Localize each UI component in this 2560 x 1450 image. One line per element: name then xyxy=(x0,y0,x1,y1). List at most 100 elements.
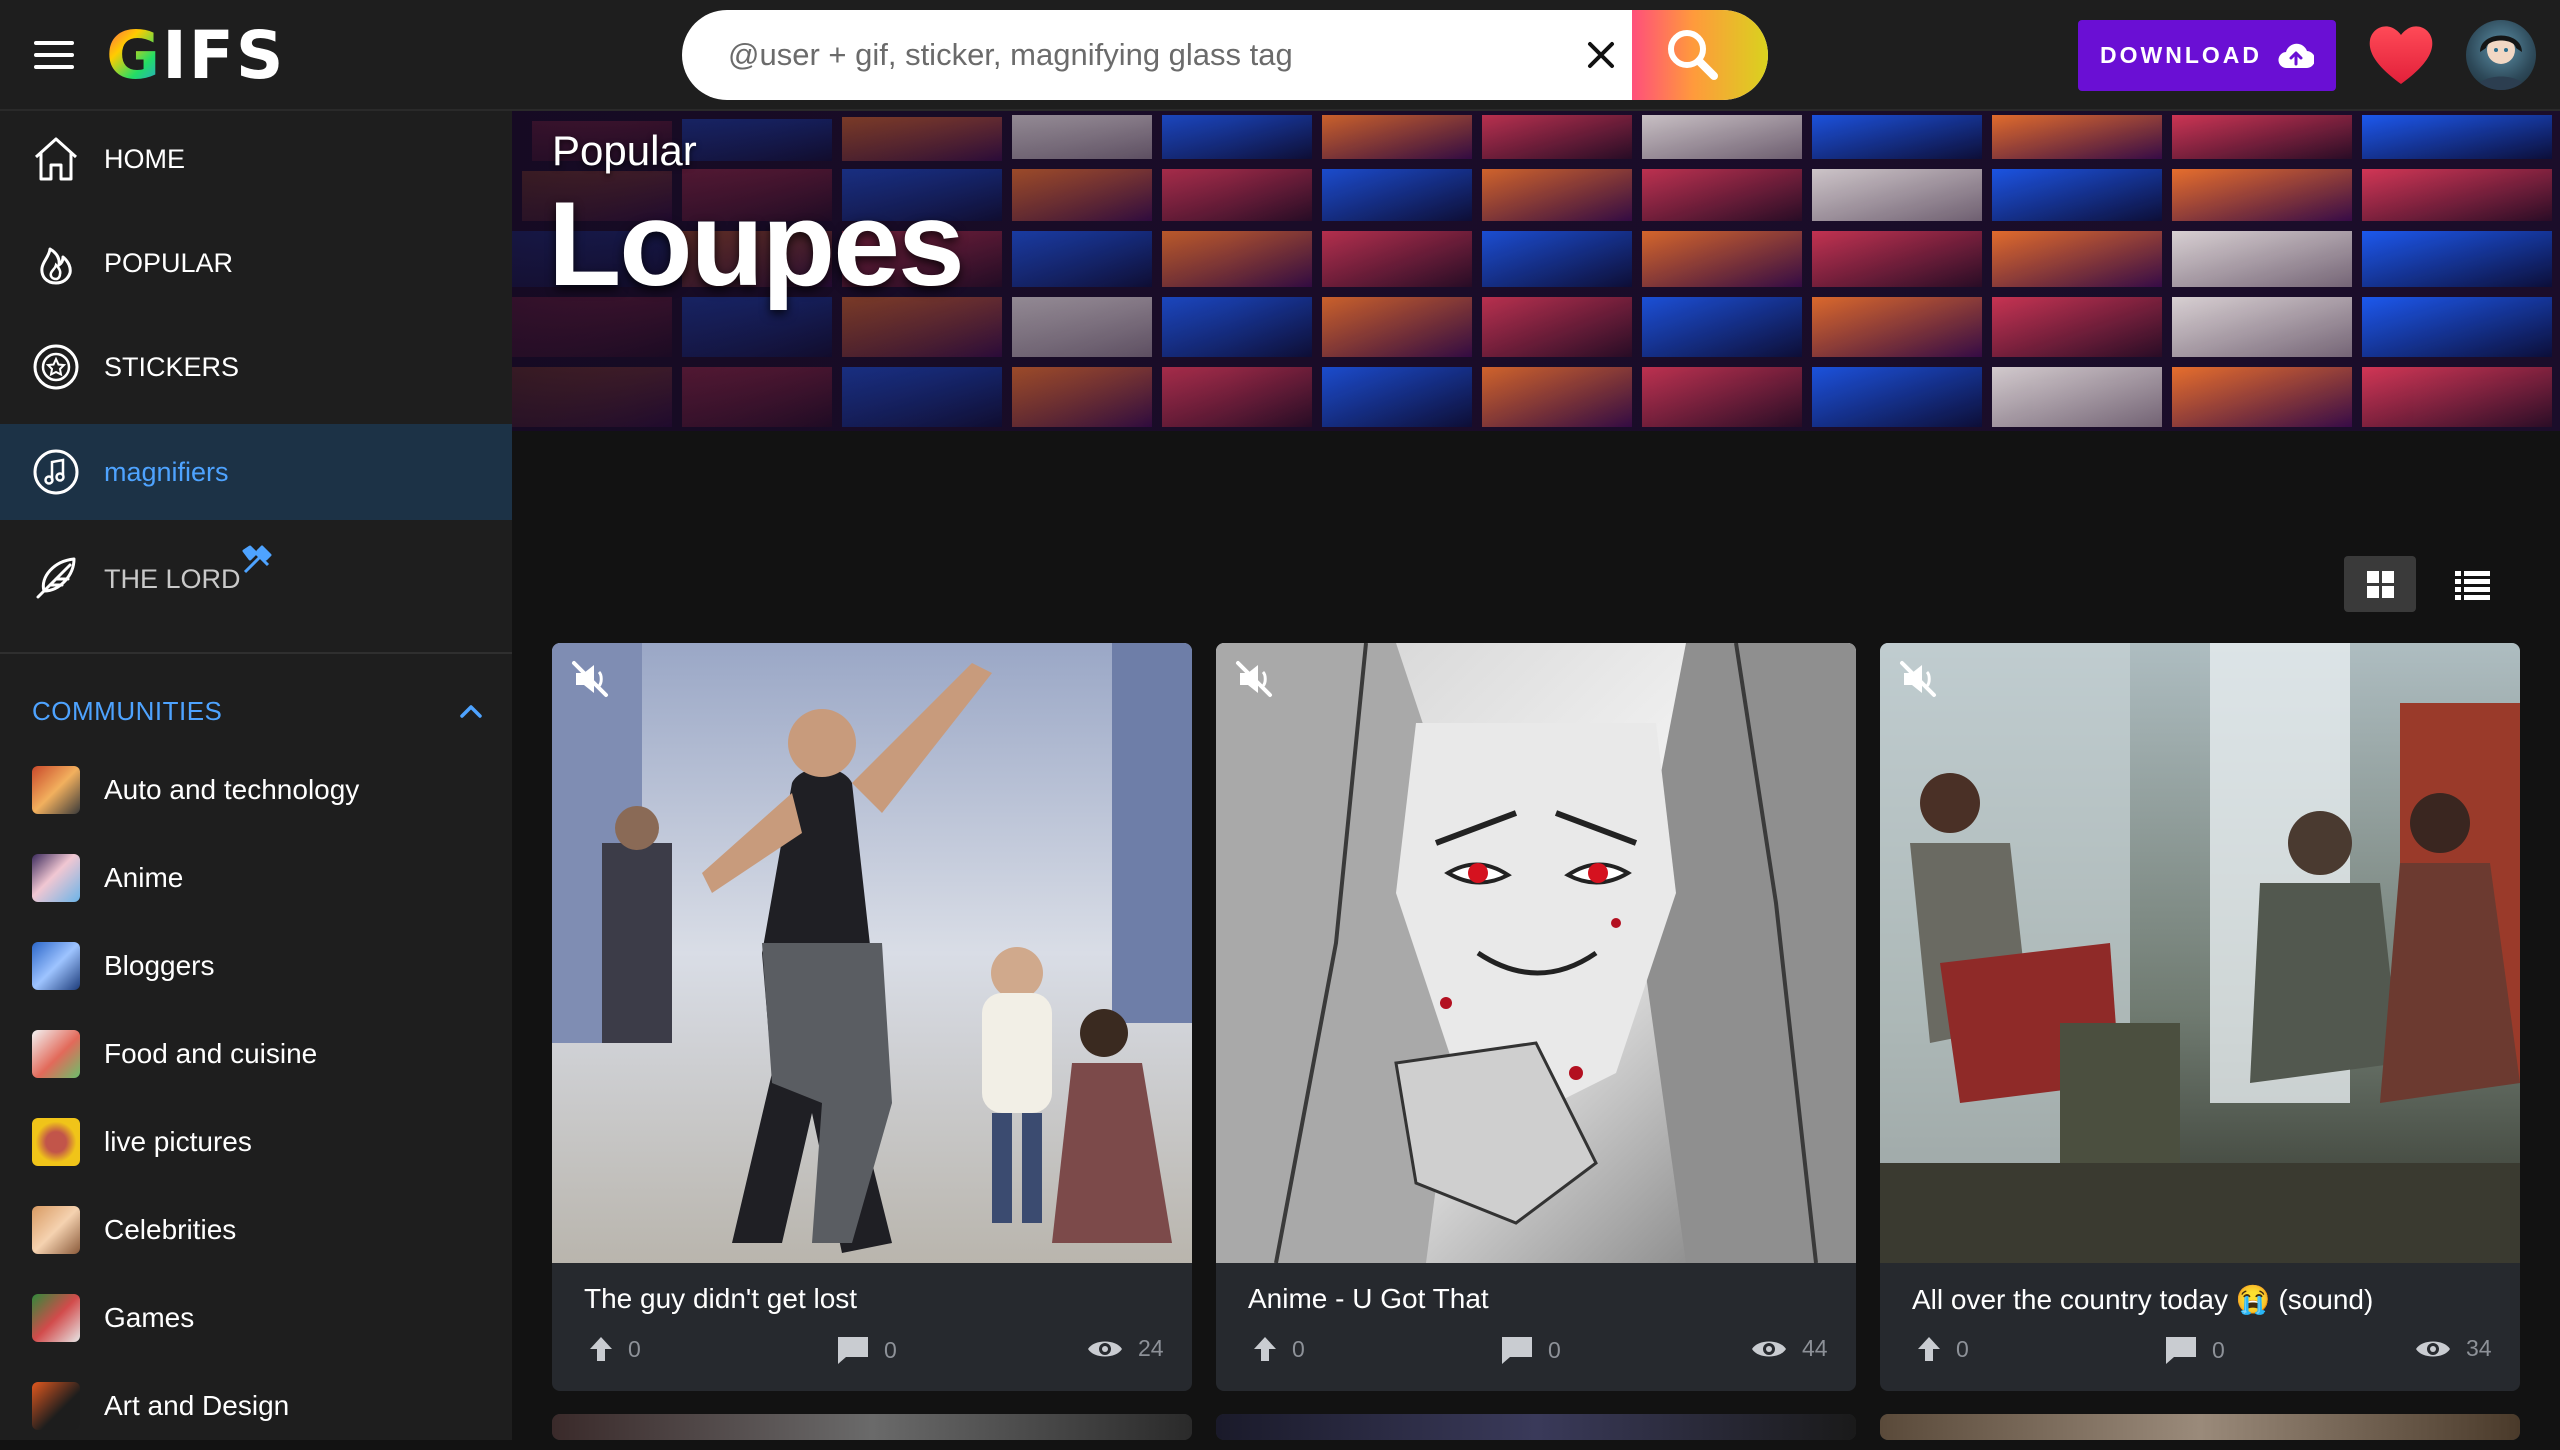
gif-card[interactable]: All over the country today 😭 (sound) 0 0… xyxy=(1880,643,2520,1391)
views-counter: 24 xyxy=(1086,1335,1164,1362)
sidebar-item-stickers[interactable]: STICKERS xyxy=(0,319,512,415)
sidebar-item-label: STICKERS xyxy=(104,351,240,382)
gif-card[interactable] xyxy=(1880,1414,2520,1440)
community-item-food[interactable]: Food and cuisine xyxy=(0,1010,512,1098)
sidebar-item-label: HOME xyxy=(104,143,185,174)
search-input[interactable] xyxy=(728,10,1588,100)
comments-button[interactable]: 0 xyxy=(2164,1335,2225,1365)
cloud-upload-icon xyxy=(2278,43,2314,68)
upvote-arrow-icon xyxy=(590,1337,612,1361)
community-item-celebrities[interactable]: Celebrities xyxy=(0,1186,512,1274)
community-thumbnail xyxy=(32,766,80,814)
community-thumbnail xyxy=(32,942,80,990)
grid-view-button[interactable] xyxy=(2344,556,2416,612)
comment-count: 0 xyxy=(884,1336,897,1363)
muted-icon[interactable] xyxy=(1232,657,1276,701)
top-bar: GIFS DOWNLOAD xyxy=(0,0,2560,111)
community-label: Anime xyxy=(104,862,184,893)
communities-label: COMMUNITIES xyxy=(32,696,223,726)
sidebar-item-label: THE LORD xyxy=(104,563,241,594)
clear-search-icon[interactable] xyxy=(1578,32,1624,78)
hamburger-menu-icon[interactable] xyxy=(34,38,74,72)
community-item-live-pictures[interactable]: live pictures xyxy=(0,1098,512,1186)
community-item-games[interactable]: Games xyxy=(0,1274,512,1362)
hero-banner: Popular Loupes xyxy=(512,111,2560,431)
eye-icon xyxy=(2416,1341,2450,1356)
gif-card[interactable] xyxy=(552,1414,1192,1440)
community-thumbnail xyxy=(32,1030,80,1078)
community-label: Celebrities xyxy=(104,1214,237,1245)
download-label: DOWNLOAD xyxy=(2100,42,2262,68)
gif-thumbnail[interactable] xyxy=(1216,1414,1856,1440)
views-counter: 44 xyxy=(1750,1335,1828,1362)
view-count: 24 xyxy=(1138,1335,1164,1361)
comments-button[interactable]: 0 xyxy=(1500,1335,1561,1365)
community-label: Bloggers xyxy=(104,950,215,981)
grid-view-icon xyxy=(2367,571,2394,598)
community-label: Art and Design xyxy=(104,1390,290,1421)
flame-icon xyxy=(40,247,72,285)
upvote-button[interactable]: 0 xyxy=(1252,1335,1305,1363)
list-view-button[interactable] xyxy=(2436,556,2508,612)
comment-icon xyxy=(2166,1337,2196,1364)
muted-icon[interactable] xyxy=(568,657,612,701)
comment-icon xyxy=(838,1337,868,1364)
muted-icon[interactable] xyxy=(1896,657,1940,701)
gif-card[interactable]: Anime - U Got That 0 0 44 xyxy=(1216,643,1856,1391)
gif-thumbnail[interactable] xyxy=(1880,643,2520,1263)
sidebar-item-the-lord[interactable]: THE LORD xyxy=(0,531,512,627)
upvote-count: 0 xyxy=(628,1335,641,1362)
gif-thumbnail[interactable] xyxy=(1216,643,1856,1263)
chevron-up-icon[interactable] xyxy=(456,696,486,726)
comment-count: 0 xyxy=(1548,1336,1561,1363)
gif-title[interactable]: Anime - U Got That xyxy=(1248,1283,1489,1315)
sidebar-item-label: POPULAR xyxy=(104,247,234,278)
download-button[interactable]: DOWNLOAD xyxy=(2078,20,2336,91)
home-icon xyxy=(34,137,78,181)
gif-title[interactable]: All over the country today 😭 (sound) xyxy=(1912,1283,2373,1316)
upvote-button[interactable]: 0 xyxy=(588,1335,641,1363)
gif-thumbnail[interactable] xyxy=(552,643,1192,1263)
gif-stats: 0 0 34 xyxy=(1880,1335,2520,1375)
eye-icon xyxy=(1088,1341,1122,1356)
upvote-count: 0 xyxy=(1292,1335,1305,1362)
comment-count: 0 xyxy=(2212,1336,2225,1363)
community-thumbnail xyxy=(32,854,80,902)
gif-thumbnail[interactable] xyxy=(1880,1414,2520,1440)
community-label: Food and cuisine xyxy=(104,1038,318,1069)
gif-title[interactable]: The guy didn't get lost xyxy=(584,1283,857,1315)
community-item-art[interactable]: Art and Design xyxy=(0,1362,512,1450)
community-thumbnail xyxy=(32,1294,80,1342)
sidebar-item-home[interactable]: HOME xyxy=(0,111,512,207)
favorites-heart-icon[interactable] xyxy=(2366,22,2436,88)
sidebar: HOME POPULAR STICKERS magnifiers THE LOR… xyxy=(0,111,512,1440)
community-thumbnail xyxy=(32,1382,80,1430)
page-title: Loupes xyxy=(548,177,965,311)
search-icon xyxy=(1668,30,1718,80)
views-counter: 34 xyxy=(2414,1335,2492,1362)
sidebar-item-popular[interactable]: POPULAR xyxy=(0,215,512,311)
community-label: Games xyxy=(104,1302,195,1333)
community-item-auto[interactable]: Auto and technology xyxy=(0,746,512,834)
gif-card[interactable]: The guy didn't get lost 0 0 24 xyxy=(552,643,1192,1391)
sidebar-item-magnifiers[interactable]: magnifiers xyxy=(0,424,512,520)
site-logo[interactable]: GIFS xyxy=(106,18,285,94)
gif-card[interactable] xyxy=(1216,1414,1856,1440)
sticker-icon xyxy=(33,344,79,390)
upvote-button[interactable]: 0 xyxy=(1916,1335,1969,1363)
banner-subtitle: Popular xyxy=(552,127,697,174)
gif-stats: 0 0 24 xyxy=(552,1335,1192,1375)
comment-icon xyxy=(1502,1337,1532,1364)
music-note-icon xyxy=(33,449,79,495)
communities-header[interactable]: COMMUNITIES xyxy=(0,666,512,758)
community-item-bloggers[interactable]: Bloggers xyxy=(0,922,512,1010)
gif-thumbnail[interactable] xyxy=(552,1414,1192,1440)
community-item-anime[interactable]: Anime xyxy=(0,834,512,922)
tools-icon xyxy=(242,545,272,574)
sidebar-item-label: magnifiers xyxy=(104,456,229,487)
community-label: live pictures xyxy=(104,1126,252,1157)
search-button[interactable] xyxy=(1632,10,1768,100)
user-avatar[interactable] xyxy=(2466,20,2536,90)
upvote-arrow-icon xyxy=(1918,1337,1940,1361)
comments-button[interactable]: 0 xyxy=(836,1335,897,1365)
